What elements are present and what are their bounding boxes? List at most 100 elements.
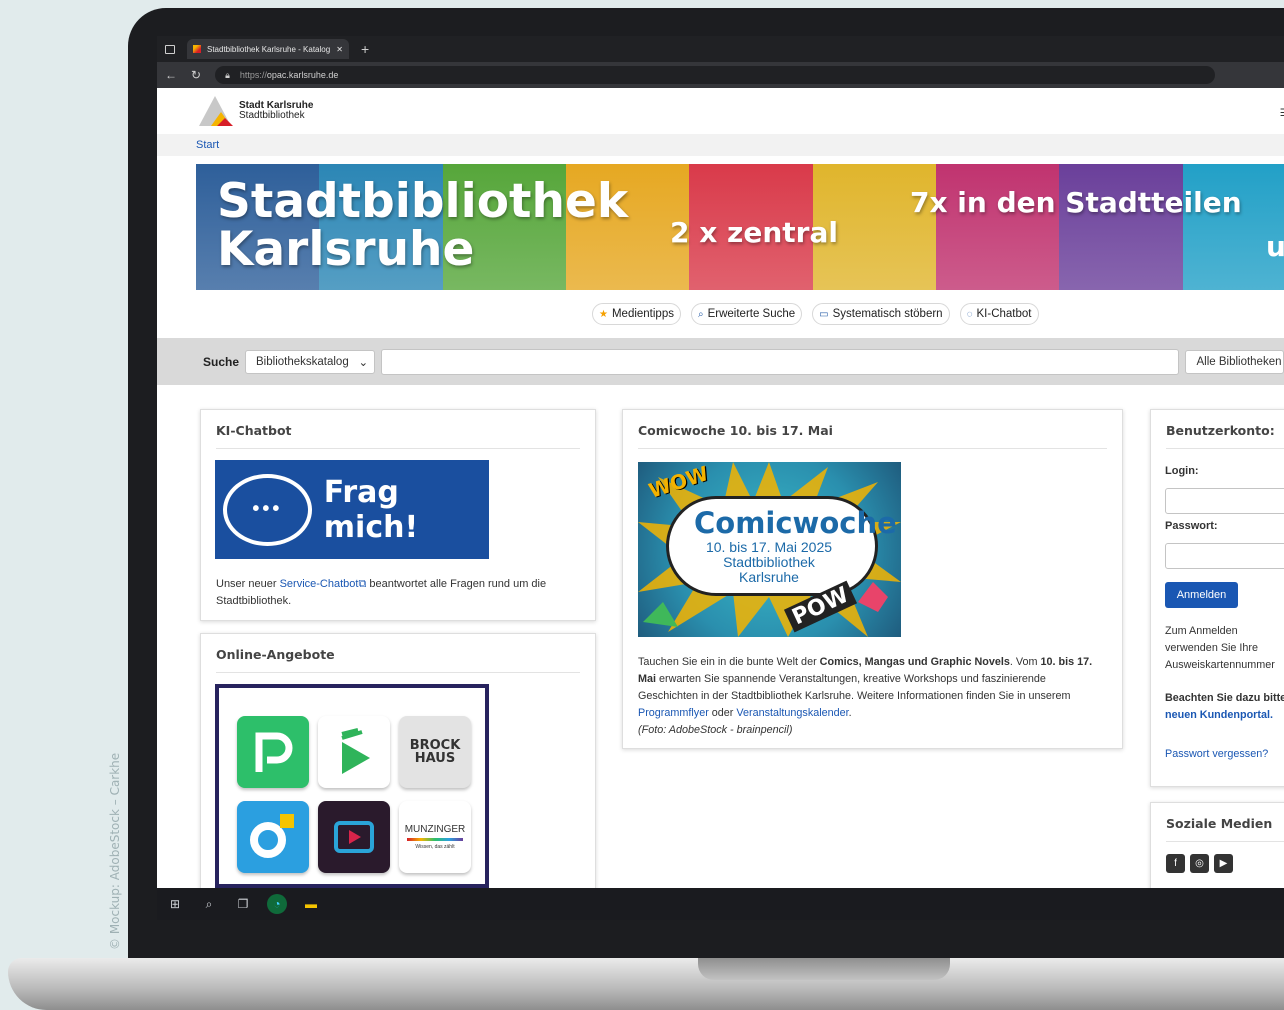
banner-stripe: [935, 164, 1060, 290]
favicon-icon: [193, 45, 201, 53]
window-menu-icon[interactable]: [165, 44, 175, 54]
close-tab-icon[interactable]: ✕: [336, 45, 343, 54]
quicklink-medientipps[interactable]: ★ Medientipps: [592, 303, 681, 325]
forgot-password-link[interactable]: Passwort vergessen?: [1165, 746, 1268, 763]
chevron-down-icon: ⌄: [358, 356, 369, 369]
search-scope-select[interactable]: Bibliothekskatalog ⌄: [245, 349, 376, 374]
service-chatbot-link[interactable]: Service-Chatbot: [280, 578, 359, 590]
reload-icon[interactable]: ↻: [191, 68, 201, 82]
edge-browser-icon[interactable]: ◔: [267, 894, 287, 914]
social-card: Soziale Medien: [1150, 802, 1284, 892]
munzinger-app-icon[interactable]: MUNZINGER Wissen, das zählt: [399, 801, 471, 873]
search-icon: ⌕: [697, 308, 704, 320]
logo-library: Stadtbibliothek: [239, 110, 305, 121]
password-label: Passwort:: [1165, 520, 1218, 532]
browser-tab[interactable]: Stadtbibliothek Karlsruhe - Katalog ✕: [187, 39, 349, 59]
breadcrumb[interactable]: Start: [157, 134, 1284, 156]
site-logo[interactable]: Stadt Karlsruhe Stadtbibliothek: [197, 94, 313, 128]
tab-strip: Stadtbibliothek Karlsruhe - Katalog ✕ +: [157, 36, 1284, 62]
quicklink-label: Medientipps: [611, 308, 674, 320]
quicklink-chatbot[interactable]: ◌ KI-Chatbot: [959, 303, 1039, 325]
banner-zentral: 2 x zentral: [670, 216, 838, 249]
chatbot-card-title: KI-Chatbot: [216, 423, 292, 438]
search-bar: Suche Bibliothekskatalog ⌄ Alle Bibliothe…: [157, 338, 1284, 385]
comic-p5: .: [848, 707, 852, 719]
quicklinks: ★ Medientipps ⌕ Erweiterte Suche ▭ Systemat…: [592, 303, 1039, 325]
chat-icon: ◌: [966, 308, 973, 320]
banner-stripe: [1059, 164, 1183, 290]
account-card-title: Benutzerkonto:: [1166, 423, 1275, 438]
login-button[interactable]: Anmelden: [1165, 582, 1238, 608]
kundenportal-link[interactable]: neuen Kundenportal.: [1165, 709, 1273, 721]
banner-cut-letter: u: [1266, 230, 1284, 263]
search-input[interactable]: [381, 348, 1180, 375]
star-icon: ★: [599, 308, 608, 320]
photo-credit: © Mockup: AdobeStock – Carkhe: [108, 752, 122, 950]
laptop-notch: [698, 958, 950, 980]
file-explorer-icon[interactable]: ▬: [301, 894, 321, 914]
library-select[interactable]: Alle Bibliotheken: [1185, 349, 1284, 374]
banner-title: Stadtbibliothek Karlsruhe: [217, 178, 628, 274]
login-label: Login:: [1165, 465, 1199, 477]
video-app-icon[interactable]: [318, 801, 390, 873]
comic-p1-bold: Comics, Mangas und Graphic Novels: [819, 656, 1010, 668]
online-offers-box: BROCK HAUS MUNZINGER Wissen, das zählt: [215, 684, 489, 888]
banner-stadtteile: 7x in den Stadtteilen: [910, 186, 1242, 219]
address-row: ← ↻ 🔒︎ https://opac.karlsruhe.de: [157, 62, 1284, 88]
photo-caption: (Foto: AdobeStock - brainpencil): [638, 724, 793, 736]
folder-icon: ▭: [819, 308, 829, 320]
search-label: Suche: [203, 354, 240, 369]
chatbot-text-before: Unser neuer: [216, 578, 280, 590]
comicwoche-image[interactable]: WOW Comicwoche 10. bis 17. Mai 2025 Stad…: [638, 462, 901, 637]
quicklink-label: Systematisch stöbern: [832, 308, 943, 320]
banner-line2: Karlsruhe: [217, 222, 475, 277]
social-card-title: Soziale Medien: [1166, 816, 1273, 831]
frag-mich-graphic[interactable]: ••• Frag mich!: [215, 460, 489, 559]
lock-icon: 🔒︎: [225, 69, 230, 80]
portal-note-bold: Beachten Sie dazu bitte: [1165, 692, 1284, 704]
play-app-icon[interactable]: [318, 716, 390, 788]
menu-icon[interactable]: ☰ L: [1280, 108, 1284, 119]
task-view-icon[interactable]: ❐: [233, 894, 253, 914]
brockhaus-app-icon[interactable]: BROCK HAUS: [399, 716, 471, 788]
karlsruhe-logo-icon: [199, 96, 233, 126]
comic-card-text: Tauchen Sie ein in die bunte Welt der Co…: [638, 654, 1108, 739]
comic-image-title: Comicwoche: [694, 506, 897, 540]
overdrive-app-icon[interactable]: [237, 801, 309, 873]
youtube-icon[interactable]: ▶: [1214, 854, 1233, 873]
online-card-title: Online-Angebote: [216, 647, 335, 662]
pressreader-app-icon[interactable]: [237, 716, 309, 788]
quicklink-systematisch[interactable]: ▭ Systematisch stöbern: [812, 303, 950, 325]
search-scope-value: Bibliothekskatalog: [256, 355, 349, 368]
banner-stripe: [1182, 164, 1284, 290]
facebook-icon[interactable]: f: [1166, 854, 1185, 873]
comic-venue: Stadtbibliothek Karlsruhe: [723, 554, 815, 585]
login-hint: Zum Anmelden verwenden Sie Ihre Ausweisk…: [1165, 625, 1275, 671]
taskbar-search-icon[interactable]: ⌕: [199, 894, 219, 914]
new-tab-icon[interactable]: +: [361, 41, 369, 57]
quicklink-erweiterte-suche[interactable]: ⌕ Erweiterte Suche: [690, 303, 803, 325]
login-field[interactable]: [1165, 488, 1284, 514]
comic-p3: erwarten Sie spannende Veranstaltungen, …: [638, 673, 1071, 702]
chat-bubble-icon: •••: [223, 473, 312, 546]
instagram-icon[interactable]: ◎: [1190, 854, 1209, 873]
programmflyer-link[interactable]: Programmflyer: [638, 707, 709, 719]
comic-p4: oder: [708, 707, 737, 719]
chatbot-card-text: Unser neuer Service-Chatbot⧉ beantwortet…: [216, 576, 586, 610]
comic-p2: . Vom: [1009, 656, 1041, 668]
password-field[interactable]: [1165, 543, 1284, 569]
site-header: Stadt Karlsruhe Stadtbibliothek ☰ L: [157, 88, 1284, 134]
portal-note: Beachten Sie dazu bitte neuen Kundenport…: [1165, 690, 1284, 726]
url-prefix: https://: [239, 70, 267, 80]
munzinger-label: MUNZINGER: [404, 824, 466, 835]
frag-mich-text: Frag mich!: [323, 474, 419, 545]
address-bar[interactable]: 🔒︎ https://opac.karlsruhe.de: [215, 66, 1216, 84]
tab-title: Stadtbibliothek Karlsruhe - Katalog: [207, 44, 331, 54]
veranstaltungskalender-link[interactable]: Veranstaltungskalender: [736, 707, 848, 719]
back-icon[interactable]: ←: [165, 68, 177, 82]
comic-image-subtitle: 10. bis 17. Mai 2025 Stadtbibliothek Kar…: [694, 540, 844, 585]
comic-p1: Tauchen Sie ein in die bunte Welt der: [638, 656, 820, 668]
brockhaus-line2: HAUS: [414, 751, 456, 766]
breadcrumb-start[interactable]: Start: [196, 139, 219, 151]
windows-start-icon[interactable]: ⊞: [165, 894, 185, 914]
